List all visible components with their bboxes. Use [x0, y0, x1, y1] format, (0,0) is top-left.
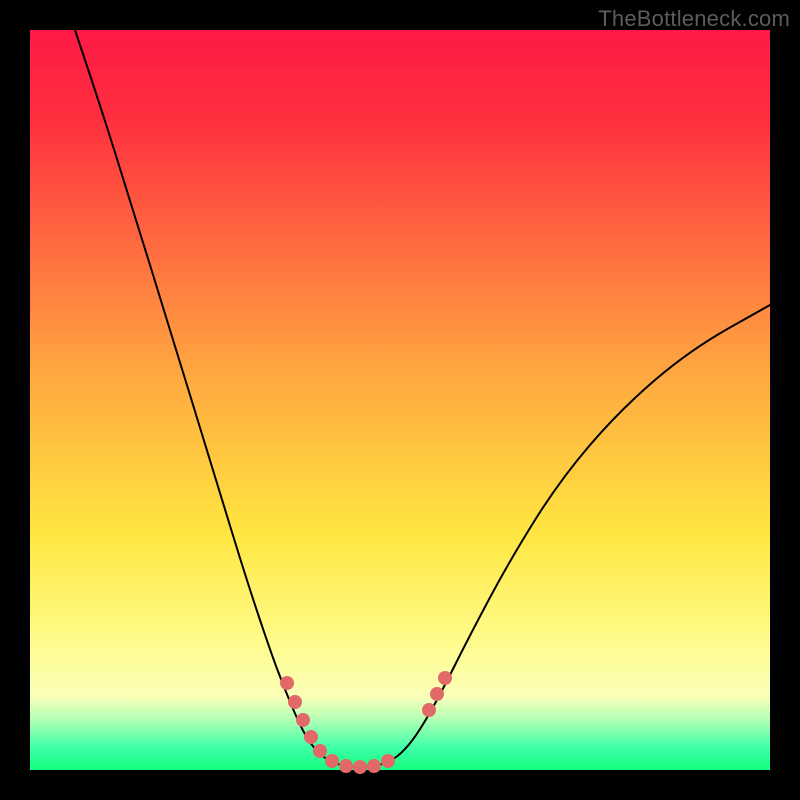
chart-frame: TheBottleneck.com [0, 0, 800, 800]
watermark-text: TheBottleneck.com [598, 6, 790, 32]
curve-marker [304, 730, 318, 744]
curve-marker [288, 695, 302, 709]
curve-marker [367, 759, 381, 773]
curve-marker [430, 687, 444, 701]
curve-marker [339, 759, 353, 773]
bottleneck-curve [75, 30, 770, 767]
curve-markers [280, 671, 452, 774]
plot-area [30, 30, 770, 770]
curve-marker [422, 703, 436, 717]
curve-marker [381, 754, 395, 768]
curve-marker [438, 671, 452, 685]
curve-marker [296, 713, 310, 727]
curve-marker [325, 754, 339, 768]
curve-marker [353, 760, 367, 774]
curve-marker [280, 676, 294, 690]
curve-svg [30, 30, 770, 770]
curve-marker [313, 744, 327, 758]
